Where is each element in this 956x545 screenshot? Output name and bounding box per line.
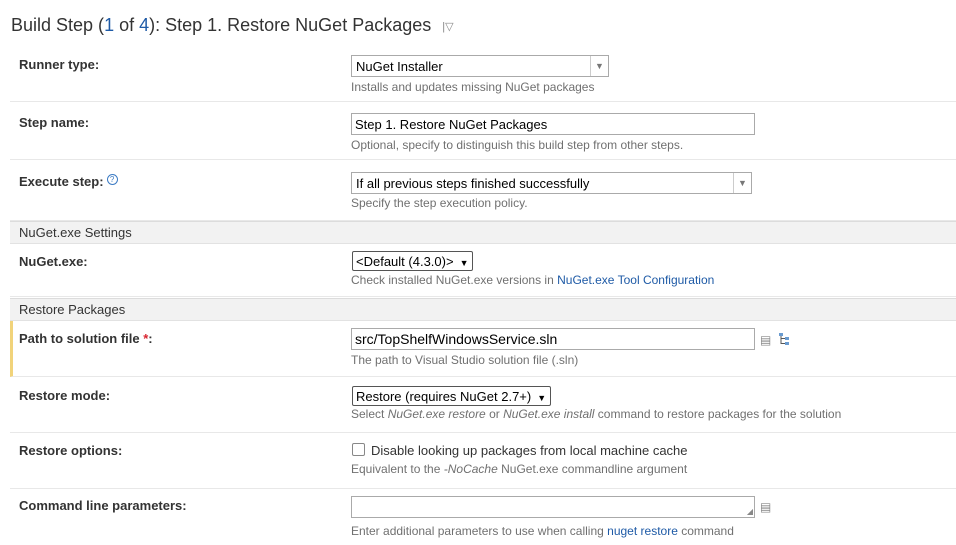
section-title: Restore Packages (19, 302, 126, 317)
nuget-tool-config-link[interactable]: NuGet.exe Tool Configuration (557, 273, 714, 287)
command-line-note: Enter additional parameters to use when … (351, 524, 734, 538)
nuget-exe-label: NuGet.exe: (19, 254, 88, 269)
note-emphasis: -NoCache (443, 462, 498, 476)
note-emphasis: NuGet.exe restore (387, 407, 486, 421)
solution-path-note: The path to Visual Studio solution file … (351, 353, 579, 367)
title-prefix: Build Step ( (11, 15, 105, 35)
required-mark: * (139, 331, 149, 346)
note-text: command to restore packages for the solu… (594, 407, 842, 421)
restore-options-row: Restore options: (10, 433, 956, 489)
restore-options-label: Restore options: (19, 443, 123, 458)
title-suffix: ): Step 1. Restore NuGet Packages (149, 15, 432, 35)
runner-type-select[interactable]: NuGet Installer ▼ (351, 55, 609, 77)
runner-type-label: Runner type: (19, 57, 100, 72)
section-title: NuGet.exe Settings (19, 225, 132, 240)
no-cache-checkbox-label[interactable]: Disable looking up packages from local m… (371, 443, 688, 458)
resize-grip-icon[interactable]: ◢ (747, 508, 753, 516)
solution-path-input[interactable] (351, 328, 755, 350)
solution-path-label: Path to solution file (19, 331, 140, 346)
current-step-link[interactable]: 1 (104, 15, 114, 35)
runner-type-value: NuGet Installer (356, 59, 443, 74)
list-icon[interactable]: ▤ (760, 333, 771, 347)
section-header-nuget-settings: NuGet.exe Settings (10, 221, 956, 244)
solution-path-label-wrap: Path to solution file *: (19, 331, 153, 346)
section-header-restore-packages: Restore Packages (10, 298, 956, 321)
note-text: Enter additional parameters to use when … (351, 524, 608, 538)
nuget-restore-link[interactable]: nuget restore (607, 524, 678, 538)
nuget-exe-value: <Default (4.3.0)> (356, 254, 454, 269)
nuget-exe-row: NuGet.exe: (10, 244, 956, 297)
note-text: Select (351, 407, 388, 421)
restore-mode-value: Restore (requires NuGet 2.7+) (356, 389, 532, 404)
execute-step-label: Execute step: (19, 174, 104, 189)
chevron-down-icon[interactable]: |▽ (442, 21, 453, 33)
note-text: or (485, 407, 504, 421)
title-of: of (114, 15, 140, 35)
help-icon[interactable]: ? (106, 174, 118, 185)
runner-type-note: Installs and updates missing NuGet packa… (351, 80, 595, 94)
note-text: NuGet.exe commandline argument (497, 462, 688, 476)
dropdown-arrow-icon: ▼ (537, 393, 547, 403)
restore-options-note: Equivalent to the -NoCache NuGet.exe com… (351, 462, 687, 476)
restore-mode-label: Restore mode: (19, 388, 111, 403)
note-emphasis: NuGet.exe install (503, 407, 595, 421)
total-steps-link[interactable]: 4 (139, 15, 149, 35)
execute-step-note: Specify the step execution policy. (351, 196, 528, 210)
step-name-input[interactable] (351, 113, 755, 135)
no-cache-checkbox[interactable] (352, 443, 365, 456)
dropdown-arrow-icon: ▼ (459, 258, 469, 268)
execute-step-label-wrap: Execute step:? (19, 174, 118, 189)
command-line-textarea[interactable]: ◢ (351, 496, 755, 518)
nuget-exe-select[interactable]: <Default (4.3.0)> ▼ (352, 251, 473, 271)
execute-step-value: If all previous steps finished successfu… (356, 176, 590, 191)
step-name-note: Optional, specify to distinguish this bu… (351, 138, 684, 152)
list-icon[interactable]: ▤ (760, 500, 771, 514)
label-colon: : (148, 331, 153, 346)
step-name-label: Step name: (19, 115, 90, 130)
note-text: command (677, 524, 734, 538)
tree-browse-icon[interactable] (778, 332, 792, 346)
execute-step-select[interactable]: If all previous steps finished successfu… (351, 172, 752, 194)
nuget-exe-note: Check installed NuGet.exe versions in Nu… (351, 273, 714, 287)
restore-mode-select[interactable]: Restore (requires NuGet 2.7+) ▼ (352, 386, 551, 406)
command-line-label: Command line parameters: (19, 498, 187, 513)
page-title: Build Step (1 of 4): Step 1. Restore NuG… (11, 15, 454, 36)
nuget-exe-note-text: Check installed NuGet.exe versions in (351, 273, 558, 287)
note-text: Equivalent to the (351, 462, 444, 476)
restore-mode-note: Select NuGet.exe restore or NuGet.exe in… (351, 407, 841, 421)
chevron-down-icon: ▼ (590, 56, 608, 76)
chevron-down-icon: ▼ (733, 173, 751, 193)
